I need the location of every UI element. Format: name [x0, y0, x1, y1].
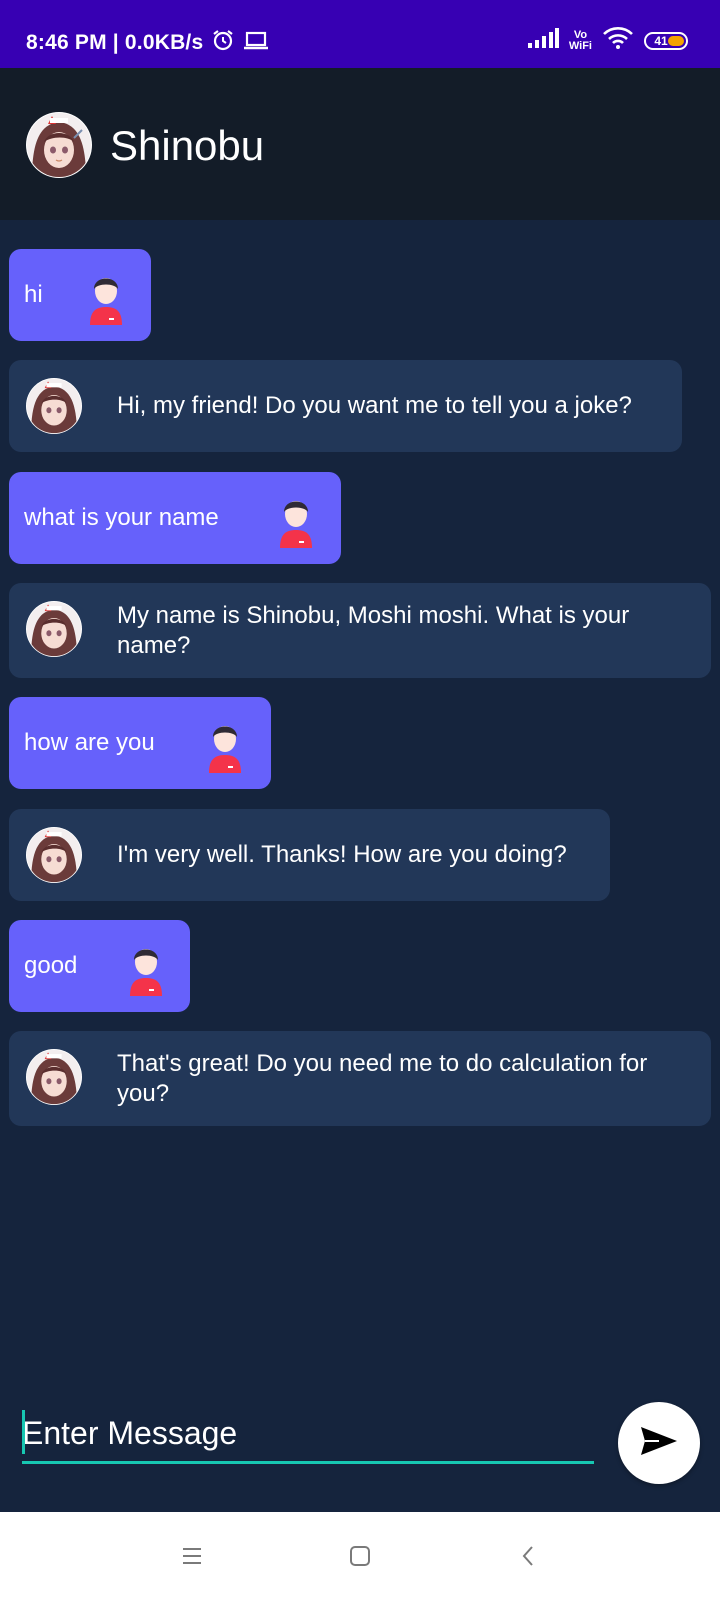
status-time-speed: 8:46 PM | 0.0KB/s: [26, 31, 204, 54]
laptop-icon: [243, 29, 269, 57]
message-text: I'm very well. Thanks! How are you doing…: [117, 841, 567, 868]
message-text: good: [24, 952, 78, 979]
message-bubble-user: what is your name: [9, 472, 341, 564]
message-bubble-user: hi: [9, 249, 151, 341]
message-bubble-bot: That's great! Do you need me to do calcu…: [9, 1031, 711, 1126]
user-avatar-icon: [203, 717, 247, 773]
header-avatar[interactable]: [26, 112, 92, 178]
message-bubble-user: good: [9, 920, 190, 1012]
message-bubble-user: how are you: [9, 697, 271, 789]
message-text: My name is Shinobu, Moshi moshi. What is…: [117, 601, 630, 659]
message-text: hi: [24, 281, 43, 308]
home-icon: [349, 1545, 371, 1572]
chat-screen: 8:46 PM | 0.0KB/s Vo WiFi 41 Shinobu hi …: [0, 0, 720, 1600]
user-avatar-icon: [274, 492, 318, 548]
wifi-icon: [602, 26, 634, 55]
home-button[interactable]: [340, 1538, 380, 1578]
message-bubble-bot: Hi, my friend! Do you want me to tell yo…: [9, 360, 682, 452]
bot-avatar-icon: [26, 378, 82, 434]
battery-level: 41: [654, 33, 668, 48]
bot-avatar-icon: [26, 601, 82, 657]
menu-icon: [181, 1547, 203, 1570]
bot-avatar-icon: [26, 1049, 82, 1105]
user-avatar-icon: [84, 269, 128, 325]
back-icon: [520, 1545, 536, 1572]
status-right: Vo WiFi 41: [527, 26, 688, 55]
send-icon: [639, 1425, 679, 1462]
chat-title: Shinobu: [110, 122, 265, 169]
alarm-icon: [211, 28, 235, 58]
vowifi-bottom: WiFi: [568, 39, 592, 52]
back-button[interactable]: [508, 1538, 548, 1578]
signal-icon: [527, 28, 559, 53]
menu-button[interactable]: [172, 1538, 212, 1578]
message-text: what is your name: [24, 504, 219, 531]
vowifi-top: Vo: [573, 28, 588, 41]
message-text: Hi, my friend! Do you want me to tell yo…: [117, 392, 632, 419]
user-avatar-icon: [124, 940, 168, 996]
battery-icon: 41: [644, 31, 688, 50]
app-bar: [0, 68, 720, 220]
vowifi-indicator: Vo WiFi: [568, 28, 592, 52]
battery-fill: [668, 35, 684, 46]
message-input[interactable]: [22, 1408, 594, 1464]
text-caret: [22, 1410, 25, 1454]
send-button[interactable]: [618, 1402, 700, 1484]
message-text: how are you: [24, 729, 155, 756]
message-bubble-bot: I'm very well. Thanks! How are you doing…: [9, 809, 610, 901]
status-bar: 8:46 PM | 0.0KB/s Vo WiFi 41: [0, 0, 720, 68]
bot-avatar-icon: [26, 827, 82, 883]
message-bubble-bot: My name is Shinobu, Moshi moshi. What is…: [9, 583, 711, 678]
status-left: 8:46 PM | 0.0KB/s: [26, 28, 269, 58]
message-text: That's great! Do you need me to do calcu…: [117, 1049, 648, 1107]
system-nav-bar: [0, 1512, 720, 1600]
